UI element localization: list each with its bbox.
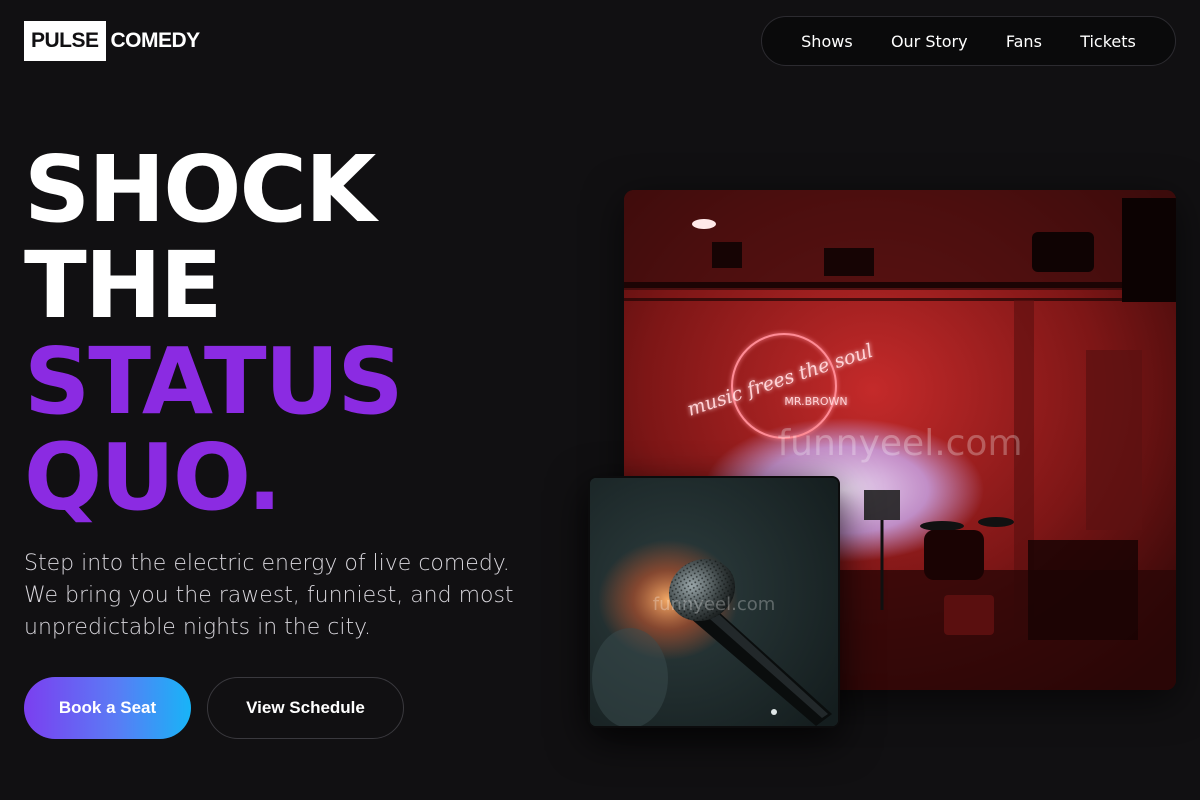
headline-line-2: THE	[24, 232, 223, 339]
mic-watermark: funnyeel.com	[653, 594, 776, 615]
nav-item-tickets[interactable]: Tickets	[1080, 32, 1136, 51]
logo[interactable]: PULSE COMEDY	[24, 21, 200, 61]
nav-item-shows[interactable]: Shows	[801, 32, 853, 51]
headline-line-4: QUO.	[24, 424, 282, 531]
mic-illustration: funnyeel.com	[590, 478, 838, 726]
stage-watermark: funnyeel.com	[777, 423, 1022, 464]
hero-headline: SHOCK THE STATUS QUO.	[24, 136, 404, 531]
view-schedule-button[interactable]: View Schedule	[207, 677, 404, 739]
logo-text: COMEDY	[110, 29, 201, 52]
logo-box: PULSE	[24, 21, 106, 61]
nav-item-fans[interactable]: Fans	[1006, 32, 1042, 51]
main-nav: Shows Our Story Fans Tickets	[761, 16, 1176, 66]
nav-item-our-story[interactable]: Our Story	[891, 32, 968, 51]
headline-line-3: STATUS	[24, 328, 404, 435]
book-seat-button[interactable]: Book a Seat	[24, 677, 191, 739]
neon-text-line2: MR.BROWN	[784, 395, 847, 408]
headline-line-1: SHOCK	[24, 136, 376, 243]
mic-photo: funnyeel.com	[588, 476, 840, 728]
hero-subtext: Step into the electric energy of live co…	[24, 551, 514, 640]
